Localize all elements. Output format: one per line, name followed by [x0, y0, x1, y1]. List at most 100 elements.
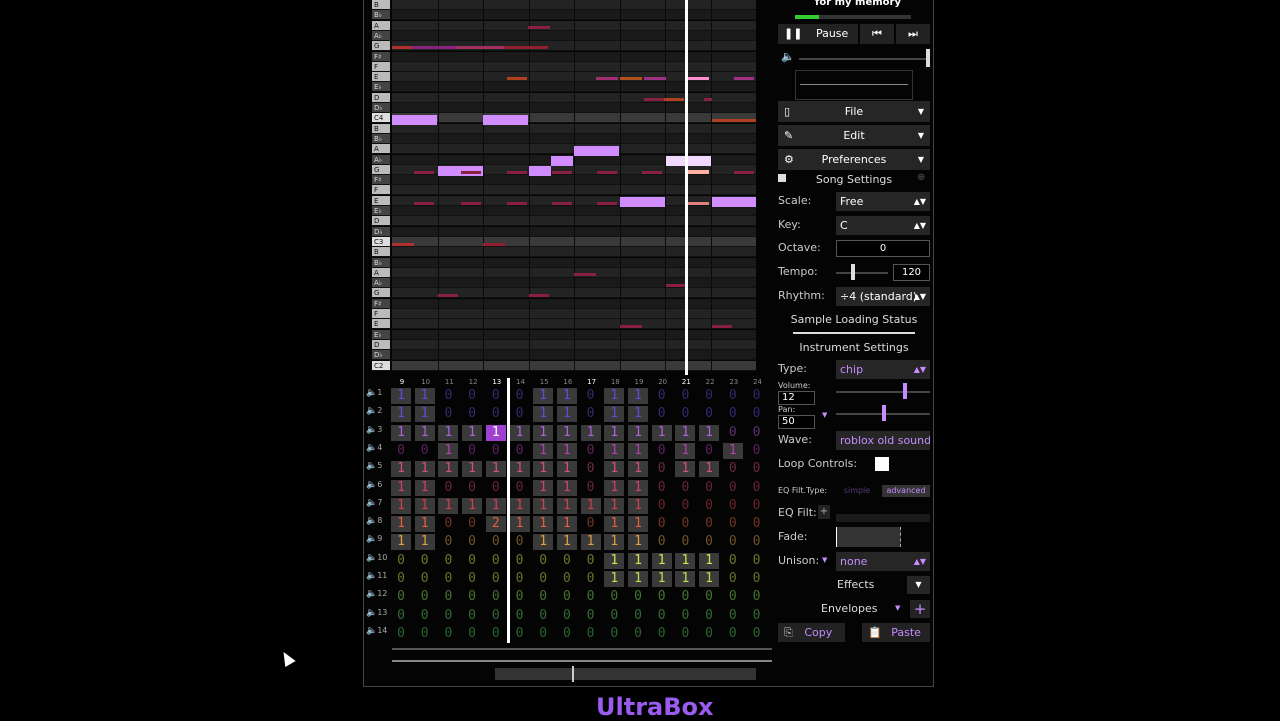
pattern-cell[interactable]: 0	[747, 516, 767, 532]
pattern-cell[interactable]: 1	[628, 461, 648, 478]
pattern-cell[interactable]: 0	[438, 534, 458, 550]
pattern-cell[interactable]: 0	[581, 406, 601, 422]
pattern-cell[interactable]: 0	[462, 534, 482, 550]
note[interactable]	[642, 171, 662, 174]
pattern-cell[interactable]: 1	[628, 479, 648, 496]
pattern-cell[interactable]: 0	[557, 626, 577, 642]
pattern-cell[interactable]: 0	[510, 571, 530, 587]
note[interactable]	[666, 156, 711, 166]
piano-key[interactable]: F♯	[372, 175, 390, 185]
pattern-cell[interactable]: 1	[699, 571, 720, 587]
channel-mute-button[interactable]: 🔈5	[366, 461, 390, 478]
pattern-cell[interactable]: 1	[509, 516, 530, 533]
tempo-input[interactable]: 120	[893, 264, 930, 281]
pattern-cell[interactable]: 0	[557, 571, 577, 587]
pattern-cell[interactable]: 1	[604, 516, 625, 533]
pattern-cell[interactable]: 0	[533, 553, 553, 569]
piano-key[interactable]: E♭	[372, 206, 390, 216]
note[interactable]	[392, 243, 414, 246]
pattern-cell[interactable]: 1	[651, 552, 672, 569]
note[interactable]	[438, 294, 458, 297]
pattern-cell[interactable]: 1	[414, 424, 435, 441]
pattern-cell[interactable]: 2	[485, 516, 506, 533]
wave-select[interactable]: roblox old sound$	[836, 431, 930, 450]
pattern-cell[interactable]: 1	[391, 388, 411, 404]
note[interactable]	[507, 77, 527, 80]
pattern-cell[interactable]: 0	[486, 406, 506, 422]
piano-key[interactable]: F	[372, 185, 390, 195]
pattern-cell[interactable]: 0	[604, 608, 624, 624]
pattern-cell[interactable]: 1	[509, 424, 530, 441]
note[interactable]	[551, 156, 573, 166]
pattern-cell[interactable]: 1	[533, 388, 554, 404]
pattern-cell[interactable]: 0	[723, 388, 743, 404]
pattern-cell[interactable]: 1	[556, 406, 577, 423]
pattern-cell[interactable]: 0	[581, 461, 601, 477]
pattern-cell[interactable]: 0	[438, 406, 458, 422]
pattern-cell[interactable]: 1	[462, 461, 483, 478]
pattern-cell[interactable]: 1	[628, 497, 648, 514]
pattern-cell[interactable]: 0	[438, 553, 458, 569]
pattern-cell[interactable]: 0	[699, 589, 719, 605]
piano-key[interactable]: A	[372, 144, 390, 154]
pattern-cell[interactable]: 0	[462, 571, 482, 587]
pattern-cell[interactable]: 1	[414, 497, 435, 514]
piano-key[interactable]: F	[372, 62, 390, 72]
pattern-cell[interactable]: 0	[510, 443, 530, 459]
pattern-cell[interactable]: 0	[723, 626, 743, 642]
pattern-cell[interactable]: 0	[747, 553, 767, 569]
pattern-cell[interactable]: 0	[652, 626, 672, 642]
pattern-cell[interactable]: 1	[438, 424, 459, 441]
pattern-cell[interactable]: 1	[580, 497, 601, 514]
pattern-cell[interactable]: 1	[580, 534, 601, 551]
piano-key[interactable]: G	[372, 165, 390, 175]
pattern-cell[interactable]: 0	[438, 388, 458, 404]
pattern-cell[interactable]: 0	[747, 480, 767, 496]
pattern-cell[interactable]: 1	[438, 461, 459, 478]
piano-key[interactable]: D	[372, 340, 390, 350]
pattern-cell[interactable]: 0	[604, 589, 624, 605]
pattern-grid[interactable]: 9 10 11 12 13 14 15 16 17 18 19 20 21 22 23 24 🔈1 1 1 0 0 0 0 1…	[364, 378, 774, 643]
channel-mute-button[interactable]: 🔈9	[366, 534, 390, 551]
pattern-cell[interactable]: 1	[556, 516, 577, 533]
pattern-cell[interactable]: 0	[391, 571, 411, 587]
piano-key[interactable]: B	[372, 0, 390, 10]
pattern-cell[interactable]: 0	[652, 480, 672, 496]
piano-key[interactable]: G	[372, 41, 390, 51]
pattern-cell[interactable]: 0	[747, 443, 767, 459]
pattern-cell[interactable]: 1	[604, 497, 625, 514]
fade-display[interactable]	[836, 527, 901, 547]
piano-key[interactable]: D♭	[372, 103, 390, 113]
pattern-cell[interactable]: 0	[652, 589, 672, 605]
instrument-volume-slider[interactable]	[836, 391, 930, 393]
pattern-cell[interactable]: 0	[510, 406, 530, 422]
bar-number[interactable]: 15	[533, 378, 555, 386]
eq-simple-button[interactable]: simple	[836, 485, 878, 497]
piano-key[interactable]: G	[372, 288, 390, 298]
bar-number[interactable]: 17	[581, 378, 603, 386]
piano-key[interactable]: F♯	[372, 52, 390, 62]
pattern-cell[interactable]: 0	[462, 480, 482, 496]
pause-button[interactable]: ❚❚ Pause	[778, 24, 858, 44]
pattern-cell[interactable]: 0	[747, 608, 767, 624]
pattern-cell[interactable]: 1	[462, 497, 483, 514]
pattern-cell[interactable]: 0	[510, 608, 530, 624]
piano-key[interactable]: B	[372, 247, 390, 257]
pattern-cell[interactable]: 1	[533, 442, 554, 459]
pattern-cell[interactable]: 1	[556, 424, 577, 441]
eq-add-button[interactable]: +	[818, 505, 830, 519]
pattern-cell[interactable]: 1	[533, 406, 554, 423]
pattern-cell[interactable]: 1	[391, 479, 411, 496]
pattern-cell[interactable]: 0	[652, 498, 672, 514]
pattern-cell[interactable]: 0	[462, 626, 482, 642]
pattern-cell[interactable]: 0	[675, 589, 695, 605]
piano-key[interactable]: F♯	[372, 299, 390, 309]
timeline-track[interactable]	[392, 660, 772, 662]
pattern-cell[interactable]: 1	[628, 534, 648, 551]
pattern-cell[interactable]: 1	[699, 552, 720, 569]
pattern-cell[interactable]: 0	[675, 480, 695, 496]
pattern-cell[interactable]: 0	[581, 516, 601, 532]
piano-key[interactable]: A	[372, 21, 390, 31]
pattern-cell[interactable]: 0	[747, 589, 767, 605]
pattern-cell[interactable]: 0	[747, 461, 767, 477]
